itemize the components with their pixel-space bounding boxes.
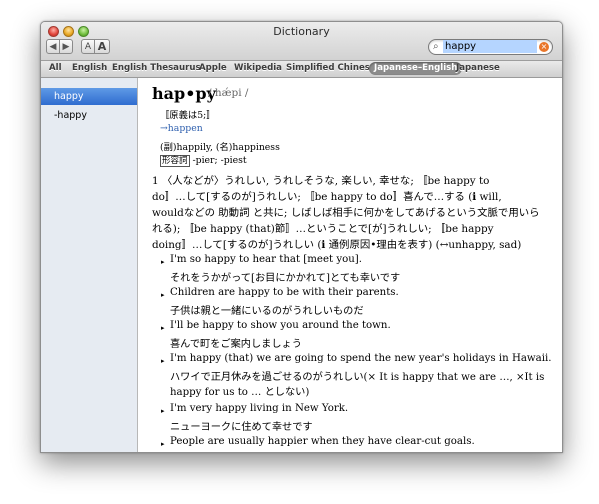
example-bullet-icon: ▸: [161, 407, 165, 415]
scope-english[interactable]: English: [72, 62, 107, 75]
example-bullet-icon: ▸: [161, 291, 165, 299]
example-bullet-icon: ▸: [161, 440, 165, 448]
definition-line: れる); 〚be happy (that)節〛…ということで[が]うれしい; 〚…: [152, 223, 494, 235]
inflection: 形容詞 -pier; -piest: [160, 154, 247, 167]
example-japanese: happy for us to … としない): [170, 387, 310, 398]
example-japanese: 喜んで町をご案内しましょう: [170, 339, 302, 350]
back-button[interactable]: ◀: [46, 39, 60, 54]
window-title: Dictionary: [273, 25, 330, 38]
headword: hap•py: [152, 84, 216, 103]
example-english: I'll be happy to show you around the tow…: [170, 320, 391, 331]
derived-forms: (副)happily, (名)happiness: [160, 142, 280, 153]
example-japanese: ハワイで正月休みを過ごせるのがうれしい(× It is happy that w…: [170, 372, 545, 383]
results-sidebar: happy -happy: [41, 78, 138, 452]
definition-line: doing〛…して[するのが]うれしい (ℹ 通例原因•理由を表す) (↔unh…: [152, 239, 522, 251]
example-english: Children are happy to be with their pare…: [170, 287, 399, 298]
clear-search-icon[interactable]: ×: [539, 42, 549, 52]
decrease-font-button[interactable]: A: [81, 39, 95, 54]
forward-button[interactable]: ▶: [59, 39, 73, 54]
search-field[interactable]: ⌕ ×: [428, 39, 553, 55]
scope-japanese[interactable]: Japanese: [456, 62, 500, 75]
example-japanese: ニューヨークに住めて幸せです: [170, 422, 313, 433]
definition-line: 1 〈人などが〉うれしい, うれしそうな, 楽しい, 幸せな; 〚be happ…: [152, 175, 490, 187]
scope-japanese-english[interactable]: Japanese–English: [369, 62, 463, 75]
example-bullet-icon: ▸: [161, 357, 165, 365]
result-item-happy[interactable]: happy: [41, 88, 137, 105]
scope-wikipedia[interactable]: Wikipedia: [234, 62, 282, 75]
example-english: I'm so happy to hear that [meet you].: [170, 254, 362, 265]
title-bar: Dictionary ◀ ▶ A A ⌕ ×: [41, 22, 562, 61]
definition-line: wouldなどの 助動詞 と共に; しばしば相手に何かをしてあげるという文脈で用…: [152, 207, 540, 219]
example-english: I'm happy (that) we are going to spend t…: [170, 353, 552, 364]
example-english: People are usually happier when they hav…: [170, 436, 475, 447]
back-arrow-icon: ◀: [49, 41, 57, 52]
magnifier-icon: ⌕: [433, 41, 439, 52]
definition-line: do〛…して[するのが]うれしい; 〚be happy to do〛喜んで…する…: [152, 191, 502, 203]
scope-all[interactable]: All: [49, 62, 62, 75]
scope-english-thesaurus[interactable]: English Thesaurus: [112, 62, 201, 75]
scope-apple[interactable]: Apple: [199, 62, 227, 75]
inflection-forms: -pier; -piest: [192, 155, 247, 166]
dictionary-scope-bar: All English English Thesaurus Apple Wiki…: [41, 61, 562, 78]
result-item-suffix-happy[interactable]: -happy: [41, 107, 137, 124]
example-japanese: 子供は親と一緒にいるのがうれしいものだ: [170, 306, 364, 317]
example-bullet-icon: ▸: [161, 324, 165, 332]
definition-pane: hap•py / hǽpi / 〚原義は5;〛 →happen (副)happi…: [138, 78, 562, 452]
origin-note: 〚原義は5;〛: [160, 110, 216, 121]
pronunciation: / hǽpi /: [208, 87, 249, 99]
forward-arrow-icon: ▶: [62, 41, 70, 52]
example-bullet-icon: ▸: [161, 258, 165, 266]
see-also-link[interactable]: →happen: [160, 123, 203, 134]
scope-simplified-chinese[interactable]: Simplified Chinese: [286, 62, 376, 75]
search-input[interactable]: [443, 40, 537, 53]
part-of-speech-tag: 形容詞: [160, 155, 190, 167]
example-english: I'm very happy living in New York.: [170, 403, 349, 414]
example-japanese: それをうかがって[お目にかかれて]とても幸いです: [170, 273, 401, 284]
dictionary-window: Dictionary ◀ ▶ A A ⌕ × All English Engli…: [40, 21, 563, 453]
increase-font-button[interactable]: A: [94, 39, 110, 54]
